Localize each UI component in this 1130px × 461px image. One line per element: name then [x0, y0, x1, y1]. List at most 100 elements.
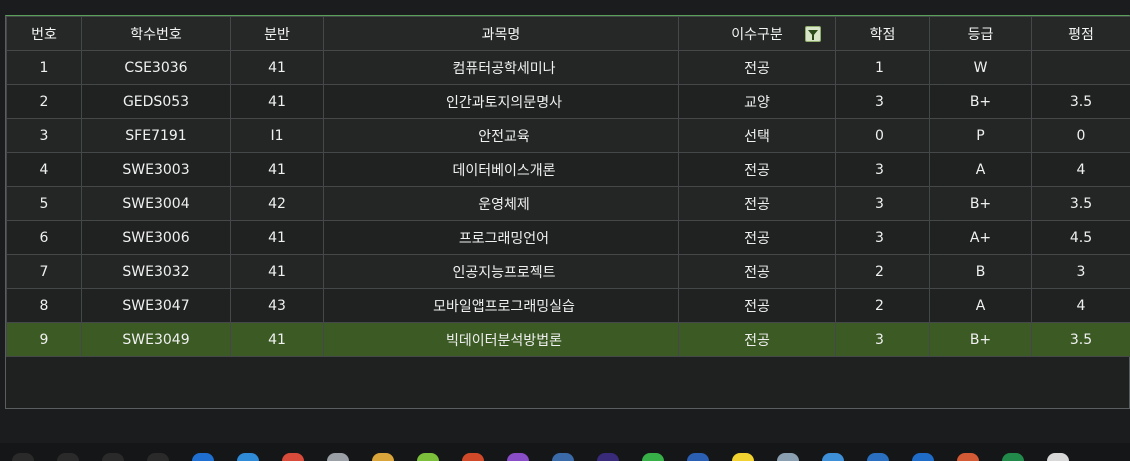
cell-section[interactable]: 41 [230, 322, 324, 357]
table-row[interactable]: 4 SWE3003 41 데이터베이스개론 전공 3 A 4 [6, 152, 1130, 187]
cell-row-number[interactable]: 3 [6, 118, 82, 153]
cell-course-code[interactable]: SWE3032 [81, 254, 231, 289]
task-view-icon[interactable] [102, 453, 124, 461]
table-row[interactable]: 6 SWE3006 41 프로그래밍언어 전공 3 A+ 4.5 [6, 220, 1130, 255]
table-row[interactable]: 3 SFE7191 I1 안전교육 선택 0 P 0 [6, 118, 1130, 153]
visual-studio-icon[interactable] [507, 453, 529, 461]
cell-completion-type[interactable]: 전공 [678, 288, 836, 323]
start-icon[interactable] [12, 453, 34, 461]
cell-row-number[interactable]: 7 [6, 254, 82, 289]
header-credit[interactable]: 학점 [835, 16, 930, 51]
cell-course-name[interactable]: 컴퓨터공학세미나 [323, 50, 679, 85]
filter-icon[interactable] [805, 26, 821, 42]
cell-course-code[interactable]: SWE3047 [81, 288, 231, 323]
outlook-icon[interactable] [912, 453, 934, 461]
cell-row-number[interactable]: 1 [6, 50, 82, 85]
cell-course-name[interactable]: 인간과토지의문명사 [323, 84, 679, 119]
cell-section[interactable]: 41 [230, 152, 324, 187]
cell-grade[interactable]: A [929, 152, 1032, 187]
calendar-icon[interactable] [867, 453, 889, 461]
notepad-icon[interactable] [777, 453, 799, 461]
cell-row-number[interactable]: 5 [6, 186, 82, 221]
cell-credit[interactable]: 2 [835, 254, 930, 289]
table-row[interactable]: 8 SWE3047 43 모바일앱프로그래밍실습 전공 2 A 4 [6, 288, 1130, 323]
cell-grade[interactable]: W [929, 50, 1032, 85]
office-icon[interactable] [462, 453, 484, 461]
virtualbox-icon[interactable] [552, 453, 574, 461]
table-row[interactable]: 2 GEDS053 41 인간과토지의문명사 교양 3 B+ 3.5 [6, 84, 1130, 119]
cell-completion-type[interactable]: 전공 [678, 152, 836, 187]
cell-credit[interactable]: 3 [835, 186, 930, 221]
cell-row-number[interactable]: 4 [6, 152, 82, 187]
cell-grade[interactable]: B+ [929, 84, 1032, 119]
cell-section[interactable]: 41 [230, 50, 324, 85]
cell-grade-point[interactable]: 0 [1031, 118, 1130, 153]
powerpoint-icon[interactable] [957, 453, 979, 461]
cell-course-code[interactable]: GEDS053 [81, 84, 231, 119]
cell-grade[interactable]: P [929, 118, 1032, 153]
cell-grade-point[interactable]: 4 [1031, 288, 1130, 323]
cell-credit[interactable]: 1 [835, 50, 930, 85]
cell-grade-point[interactable]: 4.5 [1031, 220, 1130, 255]
cell-credit[interactable]: 3 [835, 84, 930, 119]
cell-completion-type[interactable]: 전공 [678, 50, 836, 85]
search-icon[interactable] [57, 453, 79, 461]
green-app-icon[interactable] [642, 453, 664, 461]
chrome-icon[interactable] [282, 453, 304, 461]
folder-icon[interactable] [372, 453, 394, 461]
cell-grade[interactable]: A [929, 288, 1032, 323]
cell-course-name[interactable]: 빅데이터분석방법론 [323, 322, 679, 357]
android-icon[interactable] [417, 453, 439, 461]
cell-grade-point[interactable]: 3.5 [1031, 84, 1130, 119]
cell-course-name[interactable]: 프로그래밍언어 [323, 220, 679, 255]
eclipse-icon[interactable] [597, 453, 619, 461]
cell-credit[interactable]: 0 [835, 118, 930, 153]
cell-section[interactable]: 41 [230, 254, 324, 289]
network-icon[interactable] [822, 453, 844, 461]
cell-row-number[interactable]: 2 [6, 84, 82, 119]
cell-course-code[interactable]: SFE7191 [81, 118, 231, 153]
cell-grade-point[interactable]: 3.5 [1031, 322, 1130, 357]
cell-row-number[interactable]: 9 [6, 322, 82, 357]
cell-course-code[interactable]: SWE3004 [81, 186, 231, 221]
cell-course-name[interactable]: 운영체제 [323, 186, 679, 221]
cell-row-number[interactable]: 6 [6, 220, 82, 255]
cell-completion-type[interactable]: 전공 [678, 186, 836, 221]
header-section[interactable]: 분반 [230, 16, 324, 51]
header-course-code[interactable]: 학수번호 [81, 16, 231, 51]
cell-course-name[interactable]: 데이터베이스개론 [323, 152, 679, 187]
cell-section[interactable]: 43 [230, 288, 324, 323]
cell-grade[interactable]: B+ [929, 322, 1032, 357]
cell-completion-type[interactable]: 전공 [678, 322, 836, 357]
settings-icon[interactable] [147, 453, 169, 461]
table-row[interactable]: 1 CSE3036 41 컴퓨터공학세미나 전공 1 W [6, 50, 1130, 85]
cell-row-number[interactable]: 8 [6, 288, 82, 323]
table-row[interactable]: 5 SWE3004 42 운영체제 전공 3 B+ 3.5 [6, 186, 1130, 221]
header-grade[interactable]: 등급 [929, 16, 1032, 51]
cell-credit[interactable]: 2 [835, 288, 930, 323]
cell-grade-point[interactable]: 3 [1031, 254, 1130, 289]
header-no[interactable]: 번호 [6, 16, 82, 51]
cell-course-code[interactable]: SWE3003 [81, 152, 231, 187]
cell-course-name[interactable]: 안전교육 [323, 118, 679, 153]
ie-icon[interactable] [237, 453, 259, 461]
header-grade-point[interactable]: 평점 [1031, 16, 1130, 51]
header-course-name[interactable]: 과목명 [323, 16, 679, 51]
cell-credit[interactable]: 3 [835, 152, 930, 187]
cell-completion-type[interactable]: 선택 [678, 118, 836, 153]
cell-credit[interactable]: 3 [835, 220, 930, 255]
table-row[interactable]: 7 SWE3032 41 인공지능프로젝트 전공 2 B 3 [6, 254, 1130, 289]
table-row[interactable]: 9 SWE3049 41 빅데이터분석방법론 전공 3 B+ 3.5 [6, 322, 1130, 357]
cell-completion-type[interactable]: 교양 [678, 84, 836, 119]
excel-icon[interactable] [1002, 453, 1024, 461]
storage-icon[interactable] [327, 453, 349, 461]
cell-completion-type[interactable]: 전공 [678, 254, 836, 289]
word-icon[interactable] [687, 453, 709, 461]
edge-icon[interactable] [192, 453, 214, 461]
cell-course-code[interactable]: SWE3006 [81, 220, 231, 255]
cell-course-code[interactable]: SWE3049 [81, 322, 231, 357]
cell-grade-point[interactable]: 4 [1031, 152, 1130, 187]
header-completion-type[interactable]: 이수구분 [678, 16, 836, 51]
cell-credit[interactable]: 3 [835, 322, 930, 357]
cell-course-name[interactable]: 모바일앱프로그래밍실습 [323, 288, 679, 323]
